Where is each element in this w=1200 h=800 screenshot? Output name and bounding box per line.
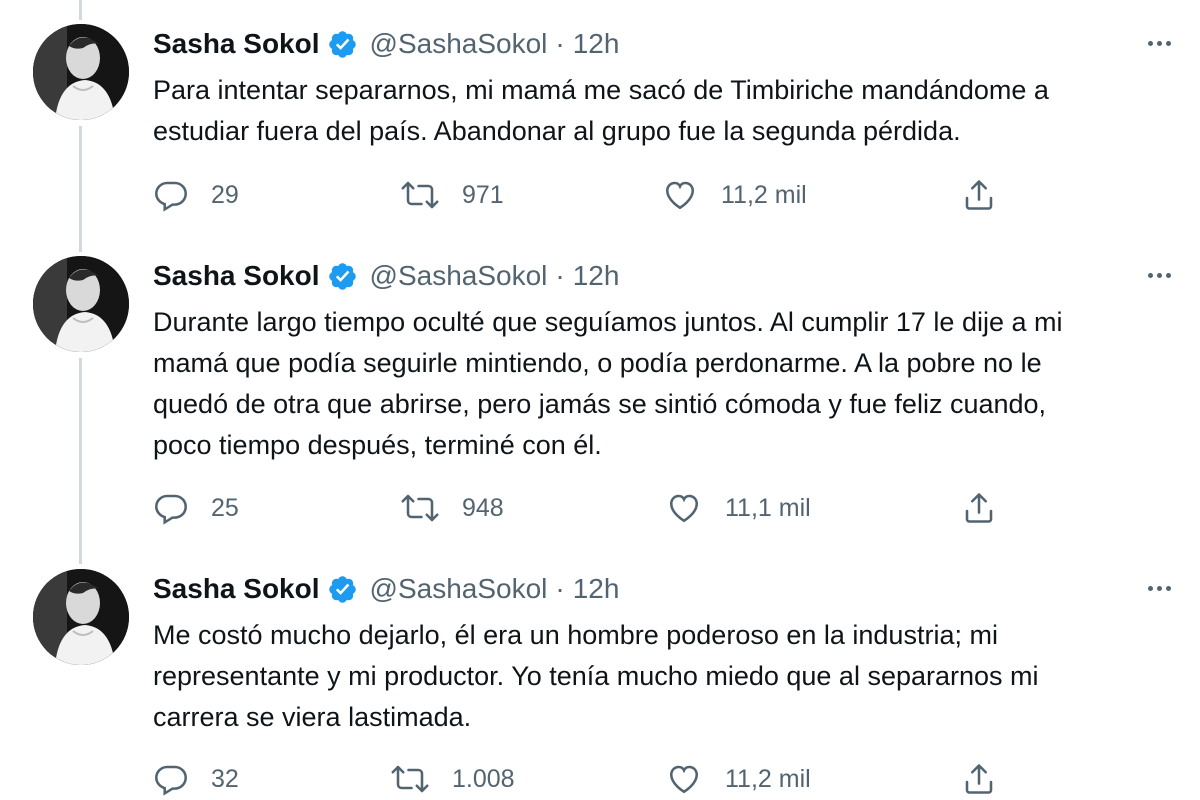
tweet-text-line: quedó de otra que abrirse, pero jamás se… xyxy=(153,389,1047,419)
thread-connector xyxy=(79,0,82,20)
reply-button[interactable]: 32 xyxy=(153,759,239,799)
heart-icon xyxy=(665,490,703,526)
thread-connector xyxy=(79,126,82,252)
tweet-text: Para intentar separarnos, mi mamá me sac… xyxy=(153,70,1163,152)
verified-badge-icon xyxy=(327,29,358,60)
reply-count: 25 xyxy=(211,493,239,522)
retweet-button[interactable]: 1.008 xyxy=(390,759,515,799)
like-count: 11,2 mil xyxy=(721,180,807,209)
more-options-icon[interactable] xyxy=(1135,573,1183,603)
timestamp[interactable]: 12h xyxy=(573,569,620,609)
timestamp[interactable]: 12h xyxy=(573,256,620,296)
author-handle[interactable]: @SashaSokol xyxy=(370,24,548,64)
tweet-text-line: mamá que podía seguirle mintiendo, o pod… xyxy=(153,348,1042,378)
tweet-header: Sasha Sokol @SashaSokol · 12h xyxy=(153,24,1171,64)
author-handle[interactable]: @SashaSokol xyxy=(370,256,548,296)
heart-icon xyxy=(661,177,699,213)
reply-button[interactable]: 29 xyxy=(153,175,239,215)
separator-dot: · xyxy=(555,260,565,291)
tweet-text-line: Durante largo tiempo oculté que seguíamo… xyxy=(153,307,1063,337)
author-name[interactable]: Sasha Sokol xyxy=(153,256,320,296)
tweet-body: Sasha Sokol @SashaSokol · 12h Durante la… xyxy=(153,256,1171,466)
tweet-text-line: estudiar fuera del país. Abandonar al gr… xyxy=(153,116,961,146)
retweet-count: 948 xyxy=(462,493,504,522)
reply-icon xyxy=(153,490,189,526)
like-count: 11,2 mil xyxy=(725,764,811,793)
tweet-text-line: representante y mi productor. Yo tenía m… xyxy=(153,661,1039,691)
reply-count: 29 xyxy=(211,180,239,209)
separator-dot: · xyxy=(555,573,565,604)
share-button[interactable] xyxy=(961,759,997,799)
reply-count: 32 xyxy=(211,764,239,793)
separator-dot: · xyxy=(555,28,565,59)
like-count: 11,1 mil xyxy=(725,493,811,522)
action-bar: 25 948 11,1 mil xyxy=(153,488,1013,528)
retweet-icon xyxy=(400,177,440,213)
action-bar: 29 971 11,2 mil xyxy=(153,175,1013,215)
author-handle[interactable]: @SashaSokol xyxy=(370,569,548,609)
reply-icon xyxy=(153,761,189,797)
avatar[interactable] xyxy=(33,24,129,120)
tweet-body: Sasha Sokol @SashaSokol · 12h Me costó m… xyxy=(153,569,1171,738)
share-icon xyxy=(961,177,997,213)
verified-badge-icon xyxy=(327,261,358,292)
avatar[interactable] xyxy=(33,569,129,665)
tweet-body: Sasha Sokol @SashaSokol · 12h Para inten… xyxy=(153,24,1171,152)
share-button[interactable] xyxy=(961,175,997,215)
author-name[interactable]: Sasha Sokol xyxy=(153,569,320,609)
reply-button[interactable]: 25 xyxy=(153,488,239,528)
share-icon xyxy=(961,490,997,526)
tweet-text-line: poco tiempo después, terminé con él. xyxy=(153,430,602,460)
more-options-icon[interactable] xyxy=(1135,260,1183,290)
tweet-text-line: Me costó mucho dejarlo, él era un hombre… xyxy=(153,620,998,650)
avatar[interactable] xyxy=(33,256,129,352)
share-icon xyxy=(961,761,997,797)
verified-badge-icon xyxy=(327,574,358,605)
timestamp[interactable]: 12h xyxy=(573,24,620,64)
retweet-button[interactable]: 948 xyxy=(400,488,504,528)
tweet-text: Durante largo tiempo oculté que seguíamo… xyxy=(153,302,1163,466)
tweet-thread: Sasha Sokol @SashaSokol · 12h Para inten… xyxy=(0,0,1200,800)
action-bar: 32 1.008 11,2 mil xyxy=(153,759,1013,799)
retweet-count: 1.008 xyxy=(452,764,515,793)
more-options-icon[interactable] xyxy=(1135,28,1183,58)
like-button[interactable]: 11,2 mil xyxy=(661,175,807,215)
reply-icon xyxy=(153,177,189,213)
share-button[interactable] xyxy=(961,488,997,528)
heart-icon xyxy=(665,761,703,797)
like-button[interactable]: 11,2 mil xyxy=(665,759,811,799)
retweet-button[interactable]: 971 xyxy=(400,175,504,215)
tweet-header: Sasha Sokol @SashaSokol · 12h xyxy=(153,569,1171,609)
tweet-text-line: Para intentar separarnos, mi mamá me sac… xyxy=(153,75,1049,105)
retweet-count: 971 xyxy=(462,180,504,209)
retweet-icon xyxy=(390,761,430,797)
author-name[interactable]: Sasha Sokol xyxy=(153,24,320,64)
like-button[interactable]: 11,1 mil xyxy=(665,488,811,528)
thread-connector xyxy=(79,358,82,564)
tweet-header: Sasha Sokol @SashaSokol · 12h xyxy=(153,256,1171,296)
retweet-icon xyxy=(400,490,440,526)
tweet-text: Me costó mucho dejarlo, él era un hombre… xyxy=(153,615,1163,738)
tweet-text-line: carrera se viera lastimada. xyxy=(153,702,472,732)
